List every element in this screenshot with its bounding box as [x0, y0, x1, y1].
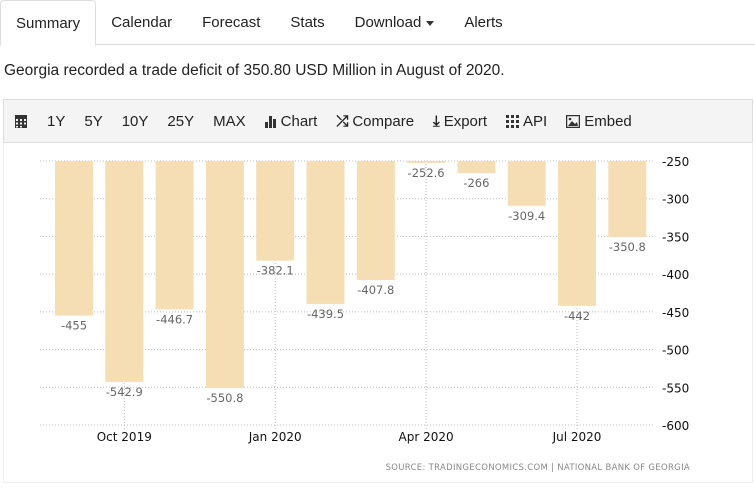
- y-tick-label: -450: [662, 306, 689, 320]
- x-tick-label: Oct 2019: [97, 430, 152, 444]
- data-label: -550.8: [206, 391, 243, 405]
- y-tick-label: -250: [662, 155, 689, 169]
- data-label: -442: [564, 309, 590, 323]
- data-label: -455: [61, 319, 87, 333]
- bar-oct-2019: [105, 161, 144, 382]
- bar-may-2020: [457, 161, 496, 174]
- bar-jan-2020: [256, 161, 295, 261]
- data-label: -309.4: [508, 209, 545, 223]
- data-label: -446.7: [156, 312, 193, 326]
- y-tick-label: -300: [662, 193, 689, 207]
- data-label: -407.8: [357, 283, 394, 297]
- data-label: -266: [463, 176, 489, 190]
- data-label: -252.6: [408, 166, 445, 180]
- bar-jun-2020: [507, 161, 546, 206]
- y-tick-label: -500: [662, 344, 689, 358]
- bar-feb-2020: [306, 161, 345, 304]
- y-tick-label: -400: [662, 268, 689, 282]
- bar-aug-2020: [608, 161, 647, 238]
- bar-jul-2020: [558, 161, 596, 306]
- trade-balance-chart: -455 -542.9 -446.7 -550.8 -382.1 -439.5 -407.8…: [40, 155, 690, 473]
- bar-nov-2019: [155, 161, 194, 310]
- x-tick-label: Apr 2020: [399, 430, 454, 444]
- y-tick-label: -350: [662, 230, 689, 244]
- data-label: -542.9: [106, 385, 143, 399]
- x-tick-label: Jul 2020: [552, 430, 602, 444]
- data-label: -382.1: [257, 264, 294, 278]
- bar-mar-2020: [356, 161, 395, 281]
- data-label: -439.5: [307, 307, 344, 321]
- source-note: SOURCE: TRADINGECONOMICS.COM | NATIONAL …: [386, 463, 690, 473]
- data-label: -350.8: [609, 240, 646, 254]
- y-tick-label: -600: [662, 419, 689, 433]
- x-tick-label: Jan 2020: [248, 430, 302, 444]
- bar-apr-2020: [407, 161, 446, 163]
- y-tick-label: -550: [662, 381, 689, 395]
- bar-dec-2019: [205, 161, 244, 388]
- bar-sep-2019: [55, 161, 93, 316]
